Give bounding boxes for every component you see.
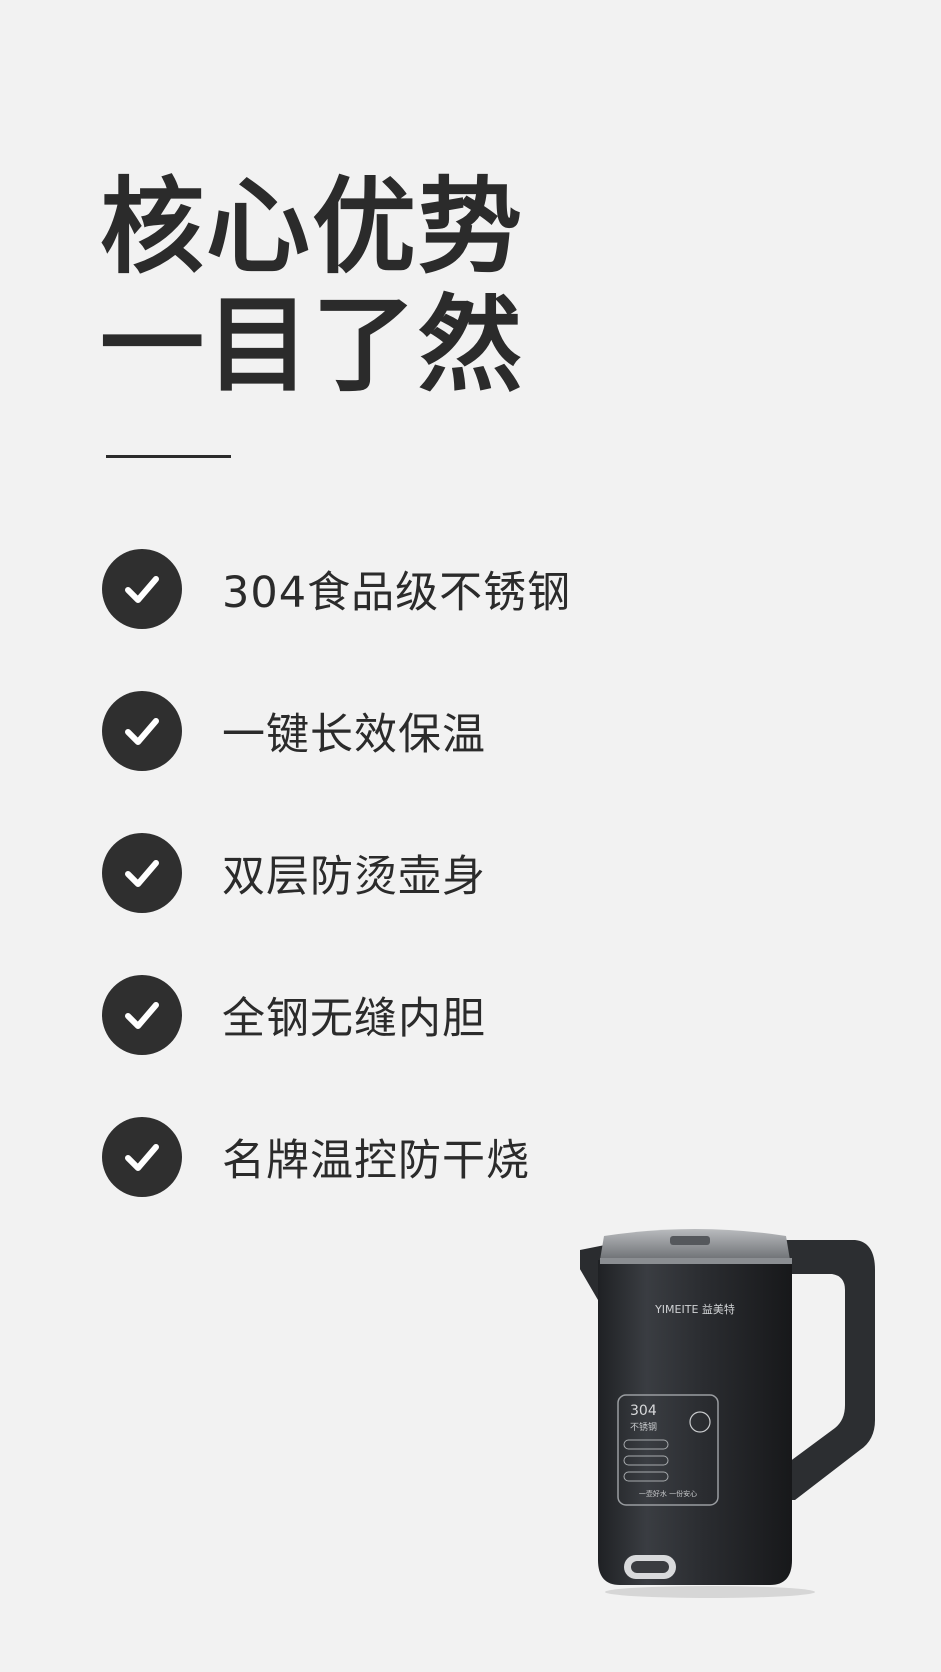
spec-panel-number: 304: [630, 1403, 657, 1419]
feature-item-seamless-liner: 全钢无缝内胆: [102, 975, 486, 1055]
spec-panel-text: 不锈钢: [630, 1421, 657, 1433]
kettle-shadow: [605, 1586, 815, 1598]
check-icon: [102, 691, 182, 771]
check-icon: [102, 549, 182, 629]
feature-label: 双层防烫壶身: [222, 852, 486, 902]
feature-label: 名牌温控防干烧: [222, 1136, 530, 1186]
feature-label: 一键长效保温: [222, 710, 486, 760]
kettle-rim: [600, 1258, 792, 1264]
feature-item-thermostat: 名牌温控防干烧: [102, 1117, 530, 1197]
feature-item-keep-warm: 一键长效保温: [102, 691, 486, 771]
kettle-handle: [785, 1240, 875, 1500]
check-icon: [102, 833, 182, 913]
feature-label: 全钢无缝内胆: [222, 994, 486, 1044]
spec-panel-slogan: 一壶好水 一份安心: [639, 1489, 697, 1498]
divider: [106, 455, 231, 458]
headline-line-1: 核心优势: [100, 166, 525, 288]
headline-line-2: 一目了然: [100, 284, 525, 406]
check-icon: [102, 975, 182, 1055]
headline: 核心优势 一目了然: [100, 168, 524, 404]
lid-button: [670, 1236, 710, 1245]
power-switch-inner: [631, 1561, 669, 1573]
feature-item-stainless-steel: 304食品级不锈钢: [102, 549, 571, 629]
brand-logo: YIMEITE 益美特: [654, 1302, 735, 1316]
feature-label: 304食品级不锈钢: [222, 568, 572, 618]
check-icon: [102, 1117, 182, 1197]
kettle-image: YIMEITE 益美特 304 不锈钢 一壶好水 一份安心: [580, 1229, 875, 1598]
feature-item-double-layer: 双层防烫壶身: [102, 833, 486, 913]
